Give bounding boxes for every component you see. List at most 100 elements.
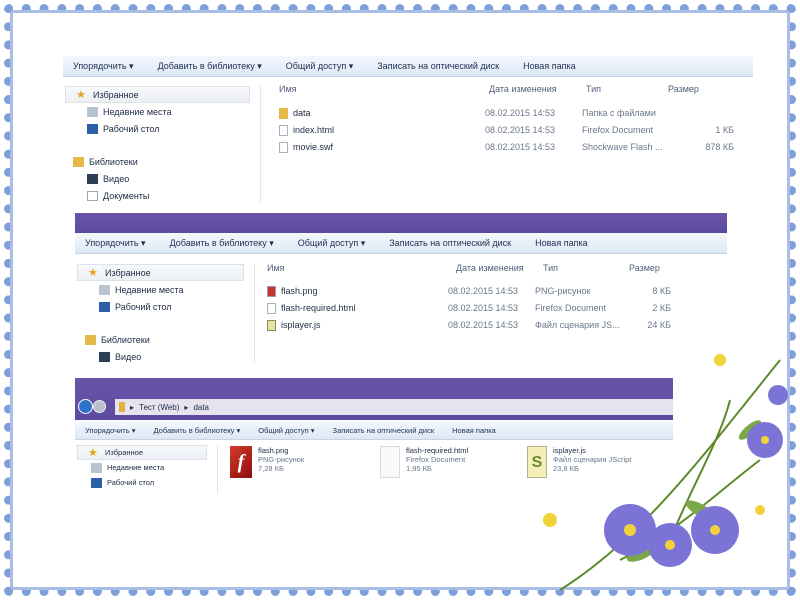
sidebar-item-video[interactable]: Видео	[75, 348, 254, 362]
column-date[interactable]: Дата изменения	[456, 263, 543, 273]
sidebar-item-desktop[interactable]: Рабочий стол	[75, 298, 254, 315]
forward-button[interactable]	[93, 400, 106, 413]
file-name: movie.swf	[293, 142, 334, 152]
sidebar-item-documents[interactable]: Документы	[63, 187, 260, 204]
file-size: 8 КБ	[652, 286, 671, 296]
tile-size: 7,28 КБ	[258, 464, 284, 473]
file-row[interactable]: flash-required.html 08.02.2015 14:53 Fir…	[267, 300, 671, 316]
recent-places-icon	[91, 462, 102, 473]
file-name: data	[293, 108, 311, 118]
sidebar-item-libraries[interactable]: Библиотеки	[63, 153, 260, 170]
add-to-library-button[interactable]: Добавить в библиотеку ▾	[158, 61, 262, 72]
back-button[interactable]	[78, 399, 93, 414]
sidebar-item-recent[interactable]: Недавние места	[75, 281, 254, 298]
sidebar-item-desktop[interactable]: Рабочий стол	[75, 475, 217, 490]
new-folder-button[interactable]: Новая папка	[452, 426, 496, 435]
flash-icon: f	[230, 446, 252, 478]
desktop-icon	[91, 477, 102, 488]
star-icon: ★	[88, 447, 98, 459]
new-folder-button[interactable]: Новая папка	[523, 61, 575, 71]
file-name: flash.png	[281, 286, 318, 296]
file-name: isplayer.js	[281, 320, 321, 330]
sidebar-item-favorites[interactable]: ★ Избранное	[77, 445, 207, 460]
column-headers: Имя Дата изменения Тип Размер	[267, 263, 697, 273]
sidebar-item-libraries[interactable]: Библиотеки	[75, 331, 254, 348]
label: Избранное	[93, 89, 139, 100]
breadcrumb-separator-icon: ▸	[184, 402, 189, 412]
share-button[interactable]: Общий доступ ▾	[258, 426, 314, 435]
sidebar-item-video[interactable]: Видео	[63, 170, 260, 187]
image-icon	[267, 285, 276, 297]
add-to-library-button[interactable]: Добавить в библиотеку ▾	[170, 238, 274, 249]
libraries-icon	[73, 156, 84, 167]
folder-icon	[279, 107, 288, 119]
share-button[interactable]: Общий доступ ▾	[286, 61, 354, 72]
organize-button[interactable]: Упорядочить ▾	[73, 61, 134, 72]
file-date: 08.02.2015 14:53	[448, 320, 519, 330]
file-row[interactable]: data 08.02.2015 14:53 Папка с файлами	[279, 105, 734, 121]
file-row[interactable]: flash.png 08.02.2015 14:53 PNG-рисунок 8…	[267, 283, 671, 299]
file-type: Shockwave Flash ...	[582, 142, 663, 152]
file-icon	[380, 446, 400, 478]
tile-name: flash.png	[258, 446, 289, 455]
file-icon	[279, 141, 288, 153]
desktop-icon	[87, 123, 98, 134]
label: Рабочий стол	[115, 301, 172, 312]
file-row[interactable]: isplayer.js 08.02.2015 14:53 Файл сценар…	[267, 317, 671, 333]
label: Недавние места	[115, 284, 184, 295]
burn-button[interactable]: Записать на оптический диск	[377, 61, 499, 71]
navigation-pane: ★ Избранное Недавние места Рабочий стол Б…	[63, 86, 261, 204]
add-to-library-button[interactable]: Добавить в библиотеку ▾	[153, 426, 240, 435]
new-folder-button[interactable]: Новая папка	[535, 238, 587, 248]
sidebar-item-recent[interactable]: Недавние места	[63, 103, 260, 120]
file-row[interactable]: index.html 08.02.2015 14:53 Firefox Docu…	[279, 122, 734, 138]
sidebar-item-favorites[interactable]: ★ Избранное	[77, 264, 244, 281]
organize-button[interactable]: Упорядочить ▾	[85, 238, 146, 249]
file-size: 1 КБ	[715, 125, 734, 135]
column-size[interactable]: Размер	[668, 84, 736, 94]
label: Документы	[103, 190, 150, 201]
script-icon	[267, 319, 276, 331]
label: Недавние места	[107, 463, 165, 472]
file-row[interactable]: movie.swf 08.02.2015 14:53 Shockwave Fla…	[279, 139, 734, 155]
label: Библиотеки	[89, 156, 138, 167]
sidebar-item-desktop[interactable]: Рабочий стол	[63, 120, 260, 137]
flower-decoration	[543, 354, 788, 591]
breadcrumb-item[interactable]: Тест (Web)	[139, 403, 179, 412]
label: Видео	[115, 351, 142, 362]
column-size[interactable]: Размер	[629, 263, 697, 273]
file-date: 08.02.2015 14:53	[485, 142, 556, 152]
file-icon	[279, 124, 288, 136]
label: Рабочий стол	[107, 478, 155, 487]
burn-button[interactable]: Записать на оптический диск	[389, 238, 511, 248]
sidebar-item-favorites[interactable]: ★ Избранное	[65, 86, 250, 103]
file-date: 08.02.2015 14:53	[485, 125, 556, 135]
desktop-icon	[99, 301, 110, 312]
column-type[interactable]: Тип	[586, 84, 668, 94]
breadcrumb-item[interactable]: data	[193, 403, 209, 412]
column-type[interactable]: Тип	[543, 263, 629, 273]
tile-item[interactable]: flash-required.html Firefox Document 1,95 …	[380, 446, 468, 478]
sidebar-item-recent[interactable]: Недавние места	[75, 460, 217, 475]
organize-button[interactable]: Упорядочить ▾	[85, 426, 135, 435]
column-date[interactable]: Дата изменения	[489, 84, 586, 94]
navigation-pane: ★ Избранное Недавние места Рабочий стол	[75, 445, 218, 494]
column-name[interactable]: Имя	[267, 263, 456, 273]
column-name[interactable]: Имя	[279, 84, 489, 94]
file-type: Папка с файлами	[582, 108, 656, 118]
explorer-window-1: Упорядочить ▾ Добавить в библиотеку ▾ Об…	[63, 56, 753, 204]
tile-size: 1,95 КБ	[406, 464, 432, 473]
burn-button[interactable]: Записать на оптический диск	[333, 426, 435, 435]
file-type: PNG-рисунок	[535, 286, 591, 296]
file-type: Файл сценария JS...	[535, 320, 620, 330]
file-date: 08.02.2015 14:53	[485, 108, 556, 118]
file-type: Firefox Document	[582, 125, 654, 135]
navigation-pane: ★ Избранное Недавние места Рабочий стол Б…	[75, 264, 255, 362]
label: Библиотеки	[101, 334, 150, 345]
file-size: 878 КБ	[705, 142, 734, 152]
star-icon: ★	[88, 267, 98, 279]
share-button[interactable]: Общий доступ ▾	[298, 238, 366, 249]
tile-item[interactable]: f flash.png PNG-рисунок 7,28 КБ	[230, 446, 304, 478]
column-headers: Имя Дата изменения Тип Размер	[279, 84, 736, 94]
video-icon	[87, 173, 98, 184]
